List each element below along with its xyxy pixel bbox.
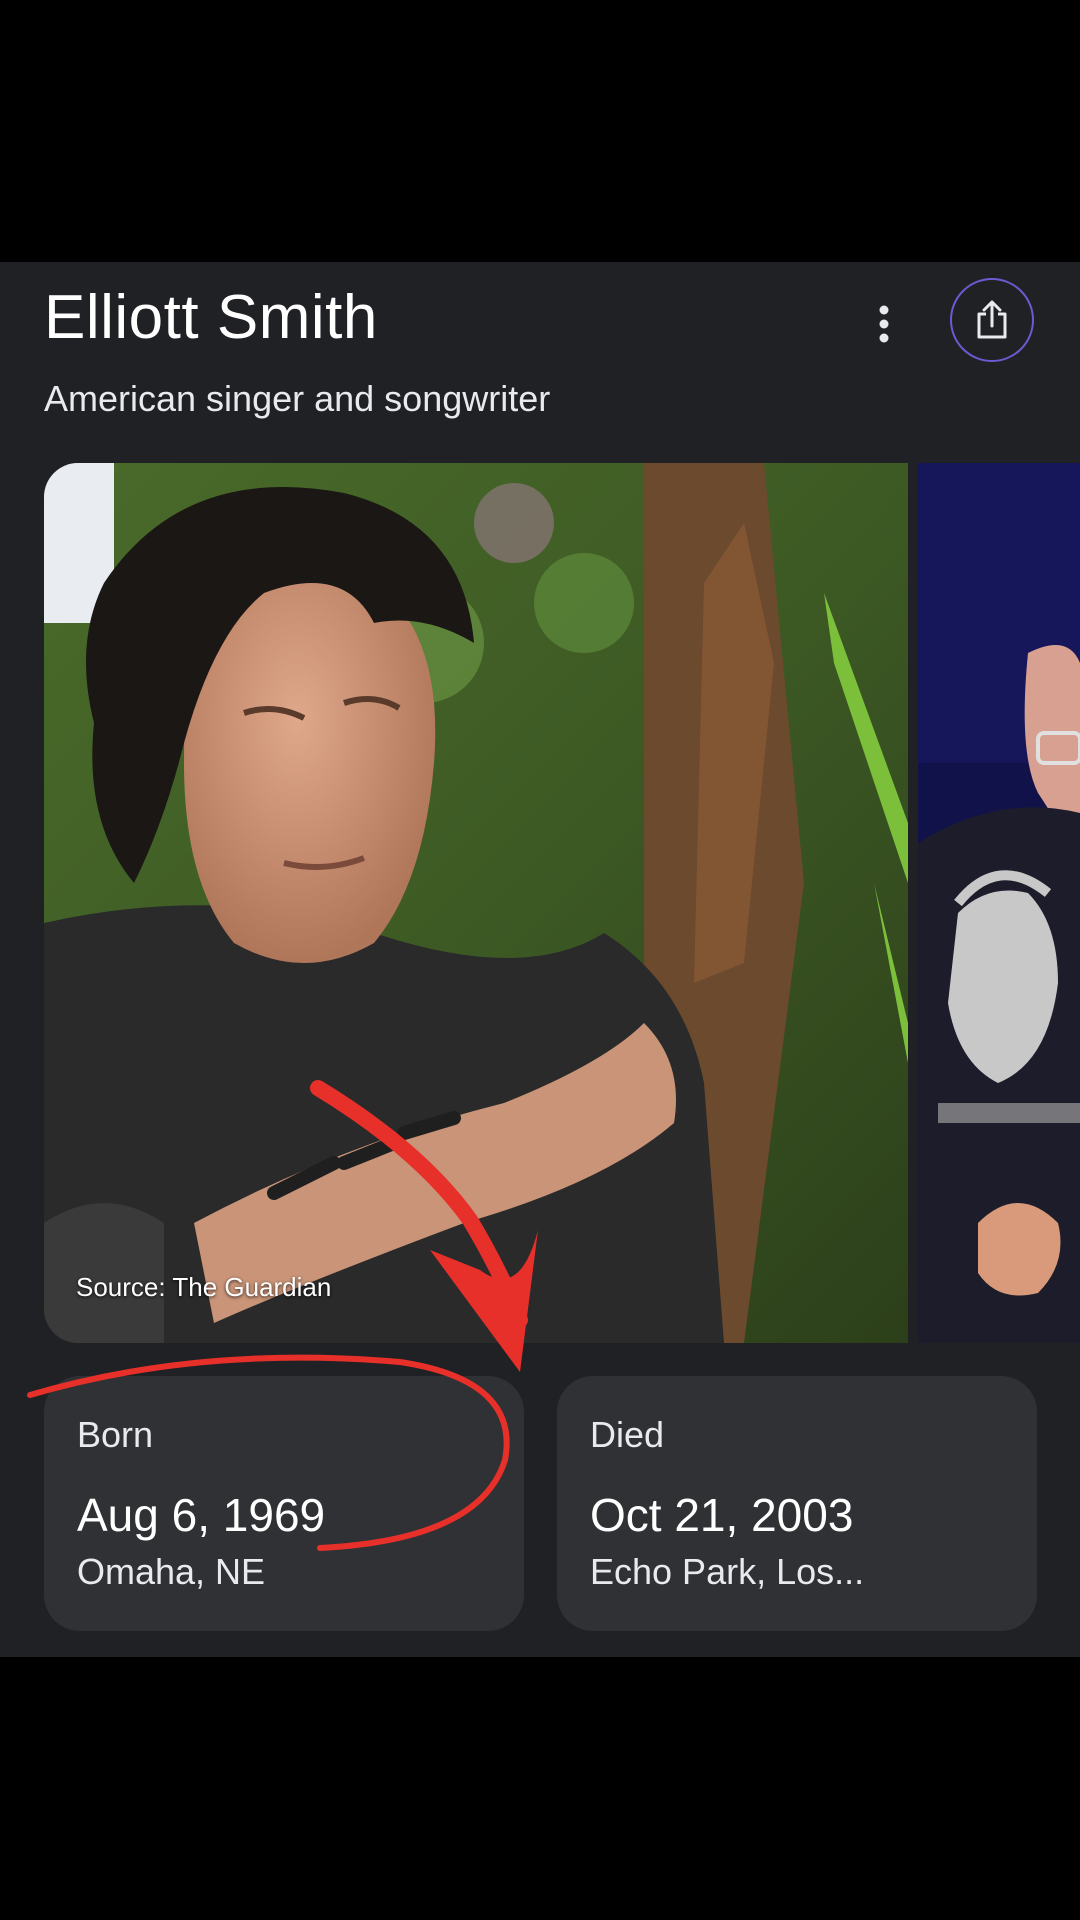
more-options-button[interactable] [860, 296, 908, 352]
portrait-photo [44, 463, 908, 1343]
share-button[interactable] [950, 278, 1034, 362]
born-card[interactable]: Born Aug 6, 1969 Omaha, NE [44, 1376, 524, 1631]
died-card[interactable]: Died Oct 21, 2003 Echo Park, Los... [557, 1376, 1037, 1631]
born-place: Omaha, NE [77, 1551, 266, 1592]
born-label: Born [77, 1414, 154, 1455]
share-icon [977, 300, 1007, 339]
more-vert-icon [879, 305, 889, 343]
second-photo[interactable] [918, 463, 1080, 1343]
concert-photo [918, 463, 1080, 1343]
image-source-caption: Source: The Guardian [76, 1272, 332, 1302]
page-title: Elliott Smith [44, 283, 378, 352]
top-blank-area [0, 0, 1080, 262]
main-photo[interactable]: Source: The Guardian [44, 463, 908, 1343]
died-date: Oct 21, 2003 [590, 1489, 854, 1541]
born-date: Aug 6, 1969 [77, 1489, 326, 1541]
died-place: Echo Park, Los... [590, 1551, 865, 1592]
died-label: Died [590, 1414, 665, 1455]
page-subtitle: American singer and songwriter [44, 378, 551, 419]
